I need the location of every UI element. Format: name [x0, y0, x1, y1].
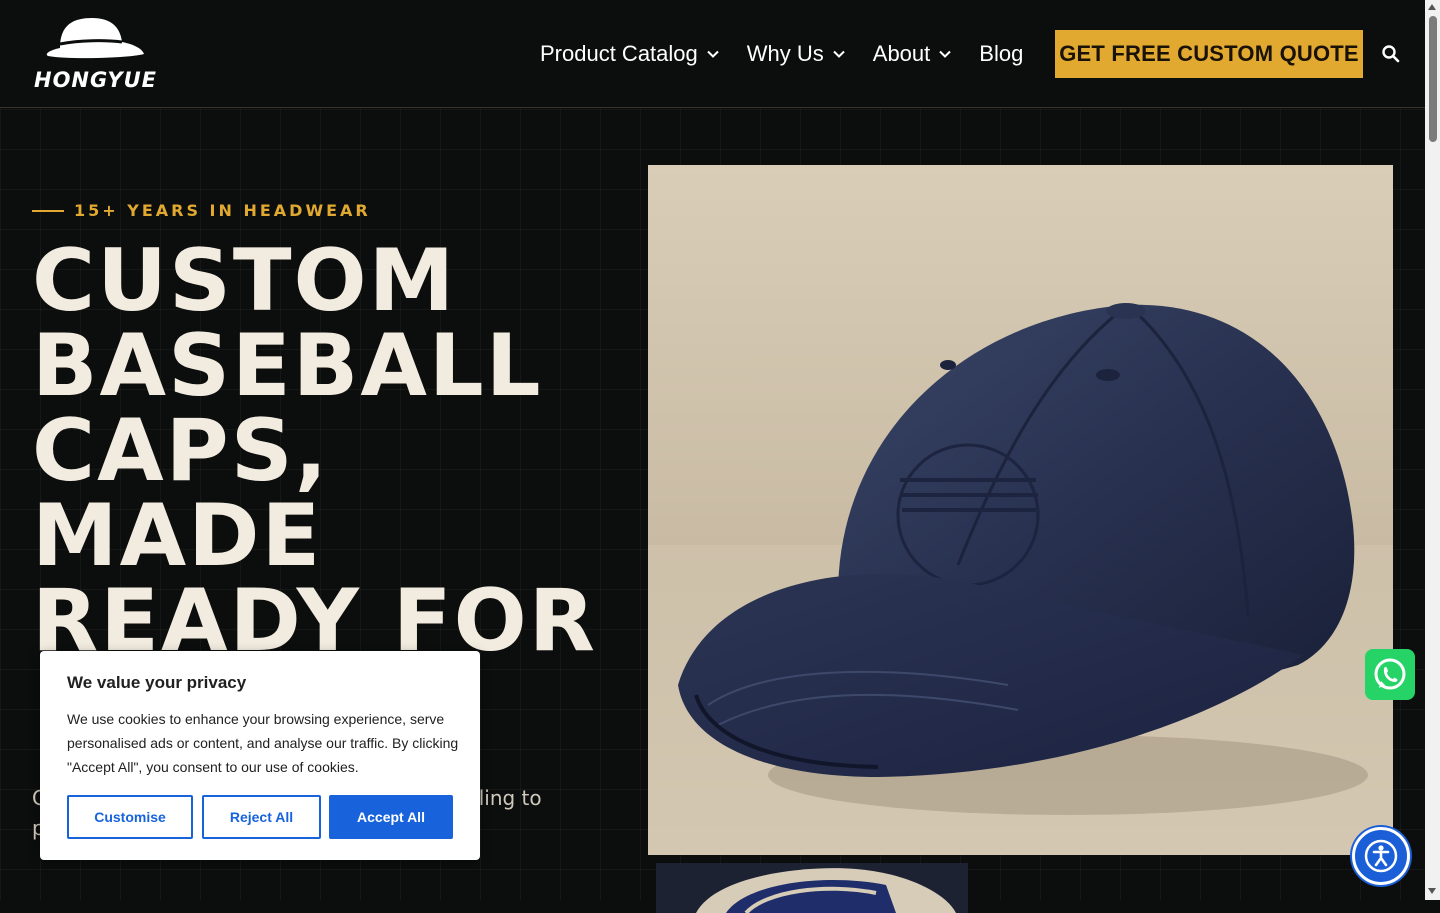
page-scrollbar[interactable]: [1425, 0, 1440, 900]
nav-label: Blog: [979, 41, 1024, 66]
product-thumbnail[interactable]: [656, 863, 968, 913]
accept-all-button[interactable]: Accept All: [329, 795, 453, 839]
nav-item-about[interactable]: About: [873, 41, 953, 67]
main-nav: Product Catalog Why Us About Blog: [540, 30, 1050, 78]
headline-line: CUSTOM: [32, 231, 457, 331]
search-icon[interactable]: [1381, 44, 1401, 64]
nav-item-product-catalog[interactable]: Product Catalog: [540, 41, 720, 67]
cookie-description: We use cookies to enhance your browsing …: [67, 711, 459, 775]
nav-label: Product Catalog: [540, 41, 698, 66]
eyebrow-divider: [32, 209, 64, 212]
chevron-down-icon: [939, 50, 951, 58]
cap-illustration: [648, 165, 1393, 855]
headline-line: MADE: [32, 486, 323, 586]
customise-button[interactable]: Customise: [67, 795, 193, 839]
chevron-down-icon: [707, 50, 719, 58]
accessibility-icon: [1364, 839, 1398, 873]
brand-name: HONGYUE: [34, 68, 157, 92]
nav-item-why-us[interactable]: Why Us: [747, 41, 846, 67]
hero-eyebrow: 15+ YEARS IN HEADWEAR: [32, 201, 371, 220]
hat-logo-icon: [46, 18, 144, 59]
get-free-custom-quote-button[interactable]: GET FREE CUSTOM QUOTE: [1055, 30, 1363, 78]
scroll-down-arrow-icon[interactable]: [1428, 888, 1436, 894]
reject-all-button[interactable]: Reject All: [202, 795, 321, 839]
navy-baseball-cap-image: [648, 165, 1393, 855]
nav-item-blog[interactable]: Blog: [979, 41, 1023, 67]
scrollbar-thumb[interactable]: [1429, 16, 1437, 142]
scroll-up-arrow-icon[interactable]: [1428, 4, 1436, 10]
headline-line: CAPS,: [32, 401, 330, 501]
hero-headline: CUSTOM BASEBALL CAPS, MADE READY FOR: [32, 231, 632, 664]
whatsapp-icon: [1374, 658, 1406, 689]
whatsapp-chat-button[interactable]: [1365, 649, 1415, 700]
accessibility-button[interactable]: [1352, 827, 1410, 885]
chevron-down-icon: [833, 50, 845, 58]
cookie-consent-banner: We value your privacy We use cookies to …: [40, 651, 480, 860]
cookie-title: We value your privacy: [67, 673, 247, 692]
eyebrow-text: 15+ YEARS IN HEADWEAR: [74, 201, 371, 220]
nav-label: Why Us: [746, 41, 824, 66]
hongyue-logo[interactable]: HONGYUE: [30, 14, 157, 94]
site-header: HONGYUE Product Catalog Why Us About Blo…: [0, 0, 1425, 108]
cap-thumbnail-image: [656, 863, 968, 913]
nav-label: About: [872, 41, 931, 66]
headline-line: BASEBALL: [32, 316, 543, 416]
